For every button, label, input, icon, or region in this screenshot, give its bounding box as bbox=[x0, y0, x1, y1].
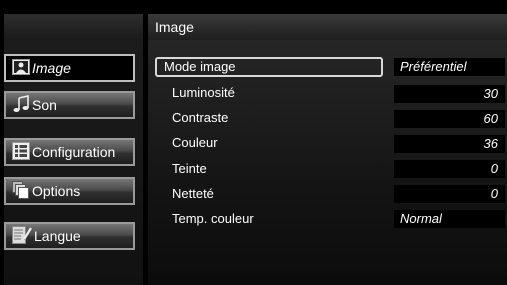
setting-label-couleur[interactable]: Couleur bbox=[172, 135, 218, 150]
sidebar-item-label: Son bbox=[32, 97, 57, 113]
setting-label-contraste[interactable]: Contraste bbox=[172, 110, 228, 125]
setting-label-temp-couleur[interactable]: Temp. couleur bbox=[172, 211, 254, 226]
grid-icon bbox=[12, 141, 30, 163]
sidebar-item-label: Options bbox=[32, 183, 81, 199]
setting-value-teinte[interactable]: 0 bbox=[394, 160, 505, 178]
music-note-icon bbox=[12, 94, 30, 116]
tv-menu-screen: Image Son Configuration Options Langue I… bbox=[0, 0, 507, 285]
setting-value-couleur[interactable]: 36 bbox=[394, 135, 505, 153]
sidebar-item-configuration[interactable]: Configuration bbox=[4, 138, 135, 166]
page-title: Image bbox=[148, 14, 507, 40]
setting-value-temp-couleur[interactable]: Normal bbox=[394, 210, 505, 228]
sidebar-item-options[interactable]: Options bbox=[4, 177, 135, 205]
sidebar-header bbox=[4, 14, 143, 40]
sidebar-item-label: Langue bbox=[34, 228, 81, 244]
stacked-pages-icon bbox=[12, 180, 30, 202]
setting-value-contraste[interactable]: 60 bbox=[394, 110, 505, 128]
setting-value-nettete[interactable]: 0 bbox=[394, 185, 505, 203]
setting-label-luminosite[interactable]: Luminosité bbox=[172, 85, 235, 100]
sidebar-item-langue[interactable]: Langue bbox=[4, 222, 135, 250]
language-icon bbox=[12, 225, 32, 247]
setting-value-luminosite[interactable]: 30 bbox=[394, 85, 505, 103]
sidebar-item-label: Image bbox=[32, 60, 71, 76]
sidebar-item-son[interactable]: Son bbox=[4, 91, 135, 119]
sidebar-item-image[interactable]: Image bbox=[4, 54, 135, 82]
setting-label-teinte[interactable]: Teinte bbox=[172, 161, 207, 176]
setting-label-mode-image[interactable]: Mode image bbox=[164, 59, 236, 74]
setting-label-nettete[interactable]: Netteté bbox=[172, 186, 214, 201]
setting-value-mode-image[interactable]: Préférentiel bbox=[394, 58, 505, 76]
sidebar-item-label: Configuration bbox=[32, 144, 116, 160]
picture-icon bbox=[12, 58, 30, 78]
